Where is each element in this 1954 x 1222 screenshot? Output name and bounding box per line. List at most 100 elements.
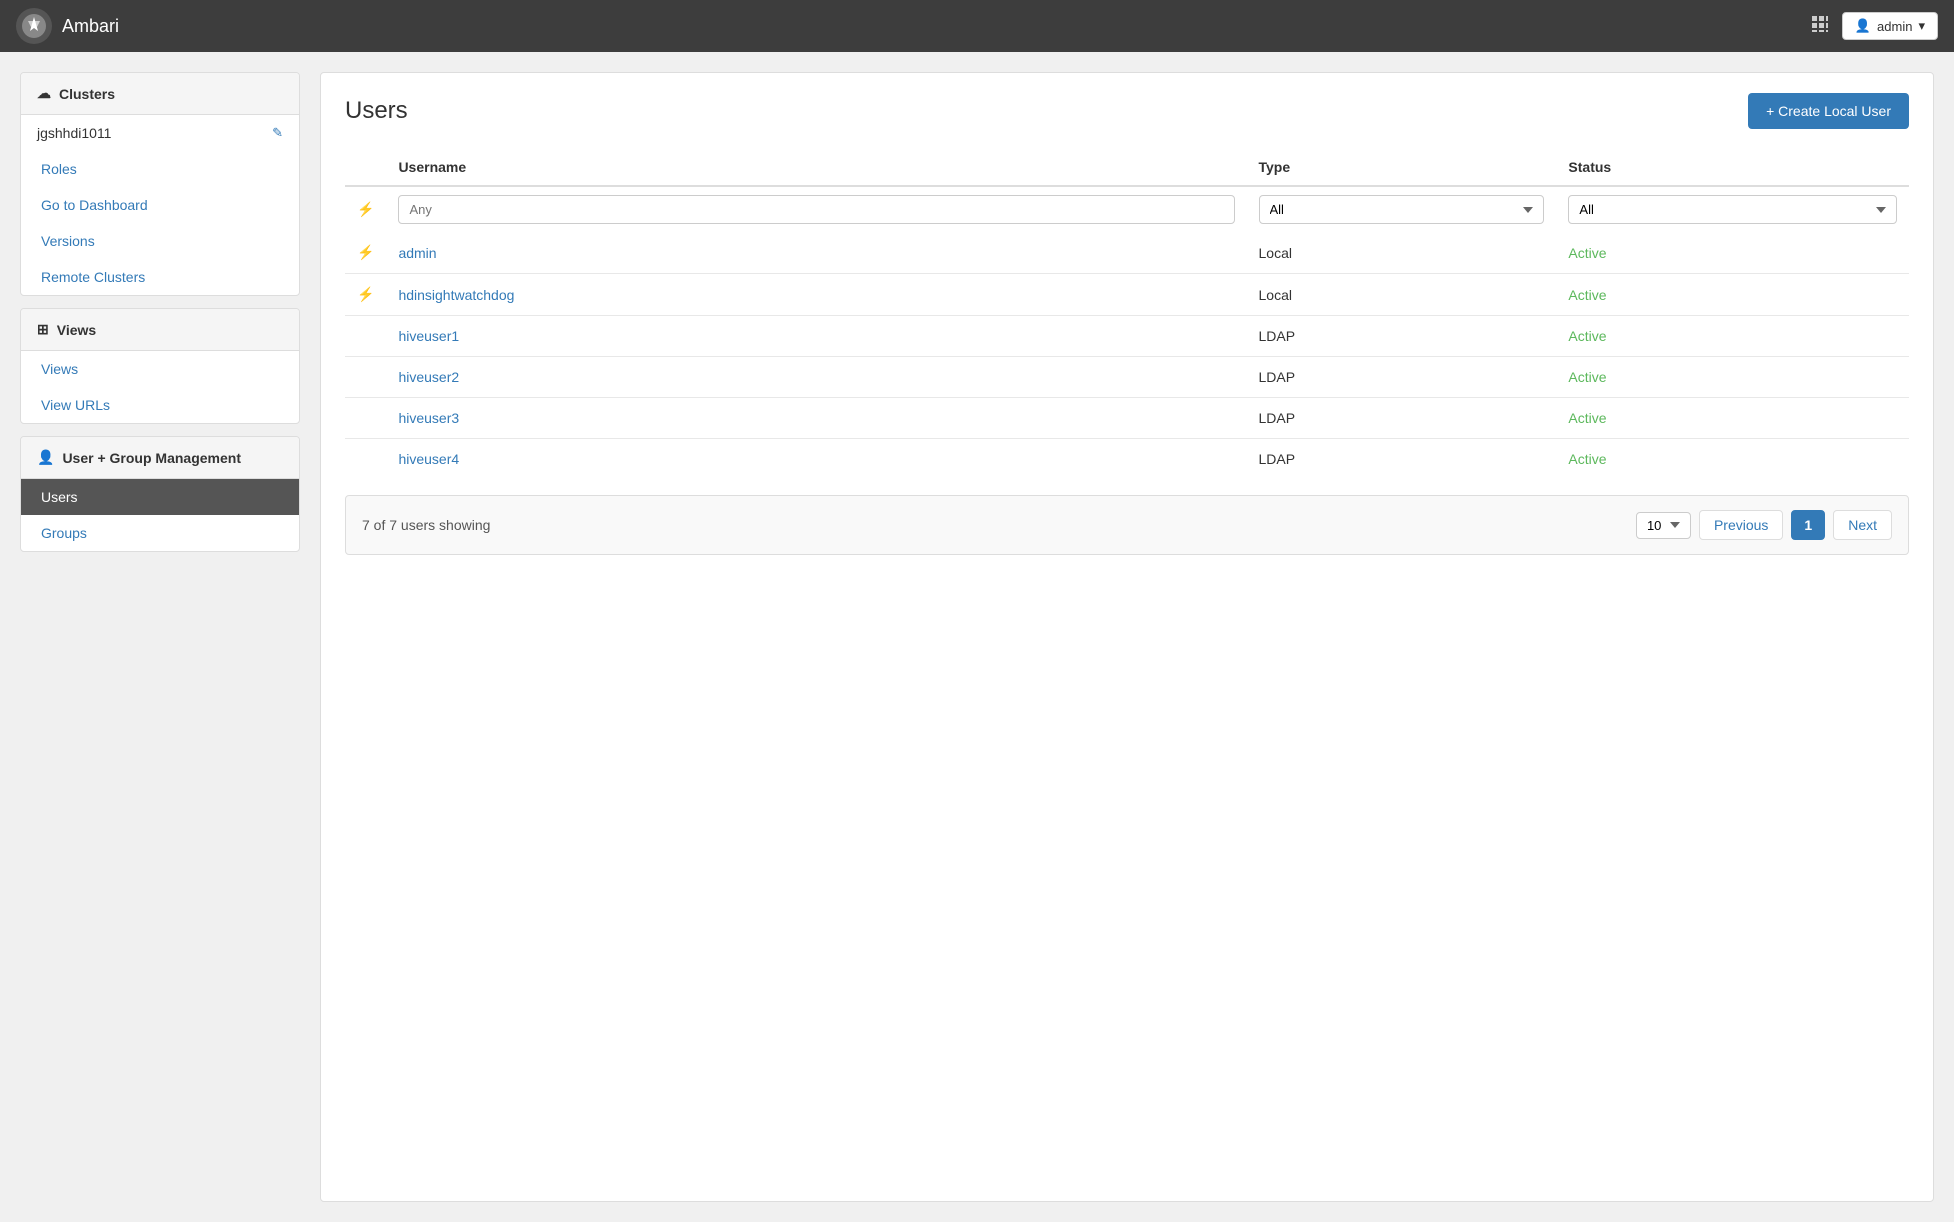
username-link[interactable]: hiveuser1	[398, 328, 459, 344]
app-title: Ambari	[62, 16, 119, 37]
cluster-name: jgshhdi1011	[37, 125, 111, 141]
nav-right: 👤 admin ▾	[1810, 12, 1938, 40]
type-col-header: Type	[1247, 149, 1557, 186]
content-header: Users + Create Local User	[345, 93, 1909, 129]
clusters-label: Clusters	[59, 86, 115, 102]
username-col-header: Username	[386, 149, 1246, 186]
main-content: Users + Create Local User Username Type …	[320, 72, 1934, 1202]
cluster-name-item: jgshhdi1011 ✎	[21, 115, 299, 151]
user-group-icon: 👤	[37, 449, 54, 466]
users-table-body: ⚡adminLocalActive⚡hdinsightwatchdogLocal…	[345, 232, 1909, 479]
username-cell: hdinsightwatchdog	[386, 274, 1246, 316]
username-cell: admin	[386, 232, 1246, 274]
type-cell: Local	[1247, 232, 1557, 274]
table-row: hiveuser3 LDAPActive	[345, 398, 1909, 439]
status-cell: Active	[1556, 274, 1909, 316]
grid-icon[interactable]	[1810, 14, 1830, 39]
type-cell: LDAP	[1247, 398, 1557, 439]
table-header-row: Username Type Status	[345, 149, 1909, 186]
type-cell: Local	[1247, 274, 1557, 316]
user-group-section-header: 👤 User + Group Management	[21, 437, 299, 479]
users-table: Username Type Status ⚡ All Local	[345, 149, 1909, 479]
username-cell: hiveuser1	[386, 316, 1246, 357]
username-cell: hiveuser2	[386, 357, 1246, 398]
nav-left: Ambari	[16, 8, 119, 44]
username-link[interactable]: hiveuser4	[398, 451, 459, 467]
status-cell: Active	[1556, 316, 1909, 357]
ambari-logo	[16, 8, 52, 44]
views-label: Views	[57, 322, 96, 338]
username-link[interactable]: hiveuser3	[398, 410, 459, 426]
status-cell: Active	[1556, 357, 1909, 398]
create-local-user-button[interactable]: + Create Local User	[1748, 93, 1909, 129]
admin-dropdown-button[interactable]: 👤 admin ▾	[1842, 12, 1938, 40]
cloud-icon: ☁	[37, 85, 51, 102]
table-row: hiveuser2 LDAPActive	[345, 357, 1909, 398]
status-col-header: Status	[1556, 149, 1909, 186]
username-filter-input[interactable]	[398, 195, 1234, 224]
bolt-col-header	[345, 149, 386, 186]
pagination-controls: 10 25 50 Previous 1 Next	[1636, 510, 1892, 540]
sidebar-item-roles[interactable]: Roles	[21, 151, 299, 187]
main-layout: ☁ Clusters jgshhdi1011 ✎ Roles Go to Das…	[0, 52, 1954, 1222]
admin-label: admin	[1877, 19, 1912, 34]
clusters-section-header: ☁ Clusters	[21, 73, 299, 115]
filter-bolt-icon: ⚡	[357, 201, 374, 217]
page-title: Users	[345, 97, 408, 125]
clusters-section: ☁ Clusters jgshhdi1011 ✎ Roles Go to Das…	[20, 72, 300, 296]
bolt-cell	[345, 439, 386, 480]
username-link[interactable]: admin	[398, 245, 436, 261]
bolt-icon: ⚡	[357, 244, 374, 260]
username-link[interactable]: hdinsightwatchdog	[398, 287, 514, 303]
table-row: hiveuser4 LDAPActive	[345, 439, 1909, 480]
sidebar-item-go-to-dashboard[interactable]: Go to Dashboard	[21, 187, 299, 223]
type-filter-select[interactable]: All Local LDAP	[1259, 195, 1545, 224]
sidebar-item-remote-clusters[interactable]: Remote Clusters	[21, 259, 299, 295]
table-row: ⚡ hdinsightwatchdog LocalActive	[345, 274, 1909, 316]
sidebar-item-versions[interactable]: Versions	[21, 223, 299, 259]
type-cell: LDAP	[1247, 316, 1557, 357]
next-button[interactable]: Next	[1833, 510, 1892, 540]
bolt-cell	[345, 357, 386, 398]
status-cell: Active	[1556, 398, 1909, 439]
user-group-section: 👤 User + Group Management Users Groups	[20, 436, 300, 552]
type-cell: LDAP	[1247, 357, 1557, 398]
showing-text: 7 of 7 users showing	[362, 517, 490, 533]
views-section: ⊞ Views Views View URLs	[20, 308, 300, 424]
filter-row: ⚡ All Local LDAP All	[345, 186, 1909, 232]
username-cell: hiveuser3	[386, 398, 1246, 439]
filter-username-cell	[386, 186, 1246, 232]
sidebar-item-users[interactable]: Users	[21, 479, 299, 515]
filter-bolt-cell: ⚡	[345, 186, 386, 232]
edit-cluster-icon[interactable]: ✎	[272, 125, 283, 141]
table-row: hiveuser1 LDAPActive	[345, 316, 1909, 357]
previous-button[interactable]: Previous	[1699, 510, 1783, 540]
sidebar: ☁ Clusters jgshhdi1011 ✎ Roles Go to Das…	[20, 72, 300, 1202]
sidebar-item-groups[interactable]: Groups	[21, 515, 299, 551]
status-filter-select[interactable]: All Active Inactive	[1568, 195, 1897, 224]
type-cell: LDAP	[1247, 439, 1557, 480]
filter-type-cell: All Local LDAP	[1247, 186, 1557, 232]
views-section-header: ⊞ Views	[21, 309, 299, 351]
username-cell: hiveuser4	[386, 439, 1246, 480]
bolt-cell	[345, 316, 386, 357]
user-group-label: User + Group Management	[62, 450, 241, 466]
user-icon: 👤	[1855, 18, 1871, 34]
views-grid-icon: ⊞	[37, 321, 49, 338]
filter-status-cell: All Active Inactive	[1556, 186, 1909, 232]
bolt-cell	[345, 398, 386, 439]
table-row: ⚡ admin LocalActive	[345, 232, 1909, 274]
bolt-icon: ⚡	[357, 286, 374, 302]
status-cell: Active	[1556, 439, 1909, 480]
per-page-select[interactable]: 10 25 50	[1636, 512, 1691, 539]
top-navigation: Ambari 👤 admin ▾	[0, 0, 1954, 52]
bolt-cell: ⚡	[345, 232, 386, 274]
pagination-area: 7 of 7 users showing 10 25 50 Previous 1…	[345, 495, 1909, 555]
page-1-button[interactable]: 1	[1791, 510, 1825, 540]
sidebar-item-views[interactable]: Views	[21, 351, 299, 387]
status-cell: Active	[1556, 232, 1909, 274]
bolt-cell: ⚡	[345, 274, 386, 316]
sidebar-item-view-urls[interactable]: View URLs	[21, 387, 299, 423]
username-link[interactable]: hiveuser2	[398, 369, 459, 385]
dropdown-arrow-icon: ▾	[1918, 18, 1925, 34]
